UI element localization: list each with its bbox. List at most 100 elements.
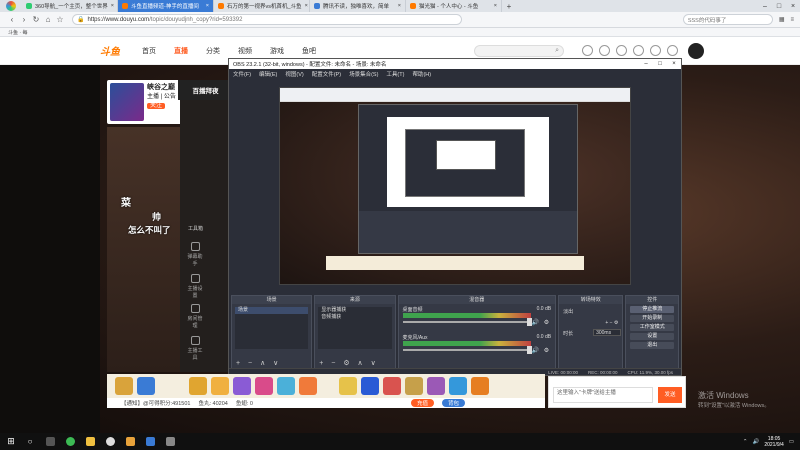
close-icon[interactable]: ×: [108, 3, 114, 9]
nav-video[interactable]: 视频: [238, 46, 270, 56]
obs-close-icon[interactable]: ×: [667, 61, 681, 67]
speaker-icon[interactable]: 🔊: [532, 347, 539, 354]
volume-icon[interactable]: 🔊: [752, 439, 759, 445]
studio-mode-button[interactable]: 工作室模式: [630, 324, 674, 331]
gear-icon[interactable]: ⚙: [544, 347, 549, 354]
refresh-icon[interactable]: ↻: [30, 15, 42, 24]
gift-icon[interactable]: [277, 377, 295, 395]
gear-icon[interactable]: ⚙: [544, 319, 549, 326]
gift-icon[interactable]: [189, 377, 207, 395]
tool-room[interactable]: 房间管理: [186, 304, 204, 329]
task-view-icon[interactable]: [42, 435, 58, 448]
back-icon[interactable]: ‹: [6, 15, 18, 24]
menu-profile[interactable]: 配置文件(P): [312, 70, 341, 78]
transition-buttons[interactable]: + − ⚙: [563, 320, 618, 326]
chrome-icon[interactable]: [62, 435, 78, 448]
bookmark-item[interactable]: 斗鱼 · 每: [8, 29, 27, 36]
close-window-icon[interactable]: ×: [786, 0, 800, 12]
gift-icon[interactable]: [233, 377, 251, 395]
gift-icon[interactable]: [299, 377, 317, 395]
nav-live[interactable]: 直播: [174, 46, 206, 56]
tab-douyu-stream[interactable]: 斗鱼直播频道-神手的直播间 ×: [118, 0, 214, 12]
new-tab-button[interactable]: +: [502, 0, 516, 12]
gift-icon[interactable]: [449, 377, 467, 395]
menu-edit[interactable]: 编辑(E): [259, 70, 277, 78]
menu-file[interactable]: 文件(F): [233, 70, 251, 78]
start-icon[interactable]: ⊞: [4, 436, 18, 447]
browser-logo-icon[interactable]: [0, 0, 22, 12]
obs-icon[interactable]: [102, 435, 118, 448]
video-player[interactable]: [107, 127, 182, 372]
close-icon[interactable]: ×: [491, 3, 497, 9]
stop-streaming-button[interactable]: 停止推流: [630, 306, 674, 313]
minimize-icon[interactable]: –: [758, 0, 772, 12]
gift-icon[interactable]: [211, 377, 229, 395]
history-icon[interactable]: [582, 45, 593, 56]
home-icon[interactable]: ⌂: [42, 15, 54, 24]
duration-input[interactable]: 300ms: [593, 329, 622, 336]
menu-scene-collection[interactable]: 场景集合(S): [349, 70, 378, 78]
avatar[interactable]: [688, 42, 704, 59]
video-icon[interactable]: [616, 45, 627, 56]
tab-douyu-room[interactable]: 石万的第一视界vs机首机_斗鱼 ×: [214, 0, 310, 12]
extension-icon[interactable]: ▦: [779, 16, 785, 23]
follow-button[interactable]: 关注: [147, 103, 166, 109]
speaker-icon[interactable]: 🔊: [532, 319, 539, 326]
scene-item[interactable]: 场景: [235, 307, 309, 314]
volume-slider[interactable]: [402, 349, 531, 351]
source-item[interactable]: 音频捕获: [318, 314, 391, 321]
app-icon[interactable]: [142, 435, 158, 448]
backpack-button[interactable]: 背包: [441, 399, 465, 407]
maximize-icon[interactable]: □: [772, 0, 786, 12]
obs-maximize-icon[interactable]: □: [653, 61, 667, 67]
tab-tencent[interactable]: 腾讯不读，独唯喜欢，简单 ×: [310, 0, 406, 12]
streamer-name[interactable]: 峡谷之巅: [147, 84, 175, 91]
search-icon[interactable]: ○: [22, 435, 38, 448]
nav-fishbar[interactable]: 鱼吧: [302, 46, 334, 56]
app-icon[interactable]: [162, 435, 178, 448]
app-icon[interactable]: [122, 435, 138, 448]
exit-button[interactable]: 退出: [630, 342, 674, 349]
gift-icon[interactable]: [115, 377, 133, 395]
bulb-icon[interactable]: [667, 45, 678, 56]
notification-icon[interactable]: ▭: [789, 439, 794, 445]
clock[interactable]: 18:05 2021/9/4: [764, 436, 783, 448]
send-button[interactable]: 发送: [658, 387, 682, 403]
download-icon[interactable]: [650, 45, 661, 56]
start-recording-button[interactable]: 开始录制: [630, 315, 674, 322]
obs-minimize-icon[interactable]: –: [639, 61, 653, 67]
message-icon[interactable]: [633, 45, 644, 56]
obs-preview[interactable]: [279, 87, 631, 285]
gift-icon[interactable]: [255, 377, 273, 395]
star-icon[interactable]: ☆: [54, 15, 66, 24]
sources-toolbar[interactable]: + − ⚙ ∧ ∨: [319, 359, 378, 367]
streamer-avatar[interactable]: [110, 83, 144, 121]
volume-slider[interactable]: [402, 321, 531, 323]
gift-icon[interactable]: [383, 377, 401, 395]
close-icon[interactable]: ×: [395, 3, 401, 9]
forward-icon[interactable]: ›: [18, 15, 30, 24]
tool-settings[interactable]: 主播设置: [186, 274, 204, 299]
promo-banner[interactable]: 百播拜夜: [178, 80, 233, 100]
gift-icon[interactable]: [427, 377, 445, 395]
close-icon[interactable]: ×: [203, 3, 209, 9]
close-icon[interactable]: ×: [302, 3, 308, 9]
sources-list[interactable]: 显示器捕获 音频捕获: [318, 307, 392, 349]
nav-game[interactable]: 游戏: [270, 46, 302, 56]
network-icon[interactable]: ⌃: [743, 439, 748, 445]
recharge-button[interactable]: 充值: [410, 399, 434, 407]
nav-category[interactable]: 分类: [206, 46, 238, 56]
tab-360[interactable]: 360导航_一个主页，整个世界 ×: [22, 0, 118, 12]
search-box[interactable]: SSS的代码事了: [682, 14, 773, 25]
nav-home[interactable]: 首页: [142, 46, 174, 56]
tab-user-center[interactable]: 猫光猫 - 个人中心 - 斗鱼 ×: [406, 0, 502, 12]
menu-help[interactable]: 帮助(H): [412, 70, 431, 78]
scenes-toolbar[interactable]: + − ∧ ∨: [236, 359, 281, 367]
tool-danmu[interactable]: 弹幕助手: [186, 242, 204, 267]
gift-icon[interactable]: [361, 377, 379, 395]
gift-icon[interactable]: [339, 377, 357, 395]
menu-icon[interactable]: ≡: [790, 17, 794, 23]
search-icon[interactable]: ⌕: [555, 47, 559, 55]
gift-icon[interactable]: [405, 377, 423, 395]
chat-input[interactable]: 这里输入"卡牌"送给主播: [553, 387, 653, 403]
